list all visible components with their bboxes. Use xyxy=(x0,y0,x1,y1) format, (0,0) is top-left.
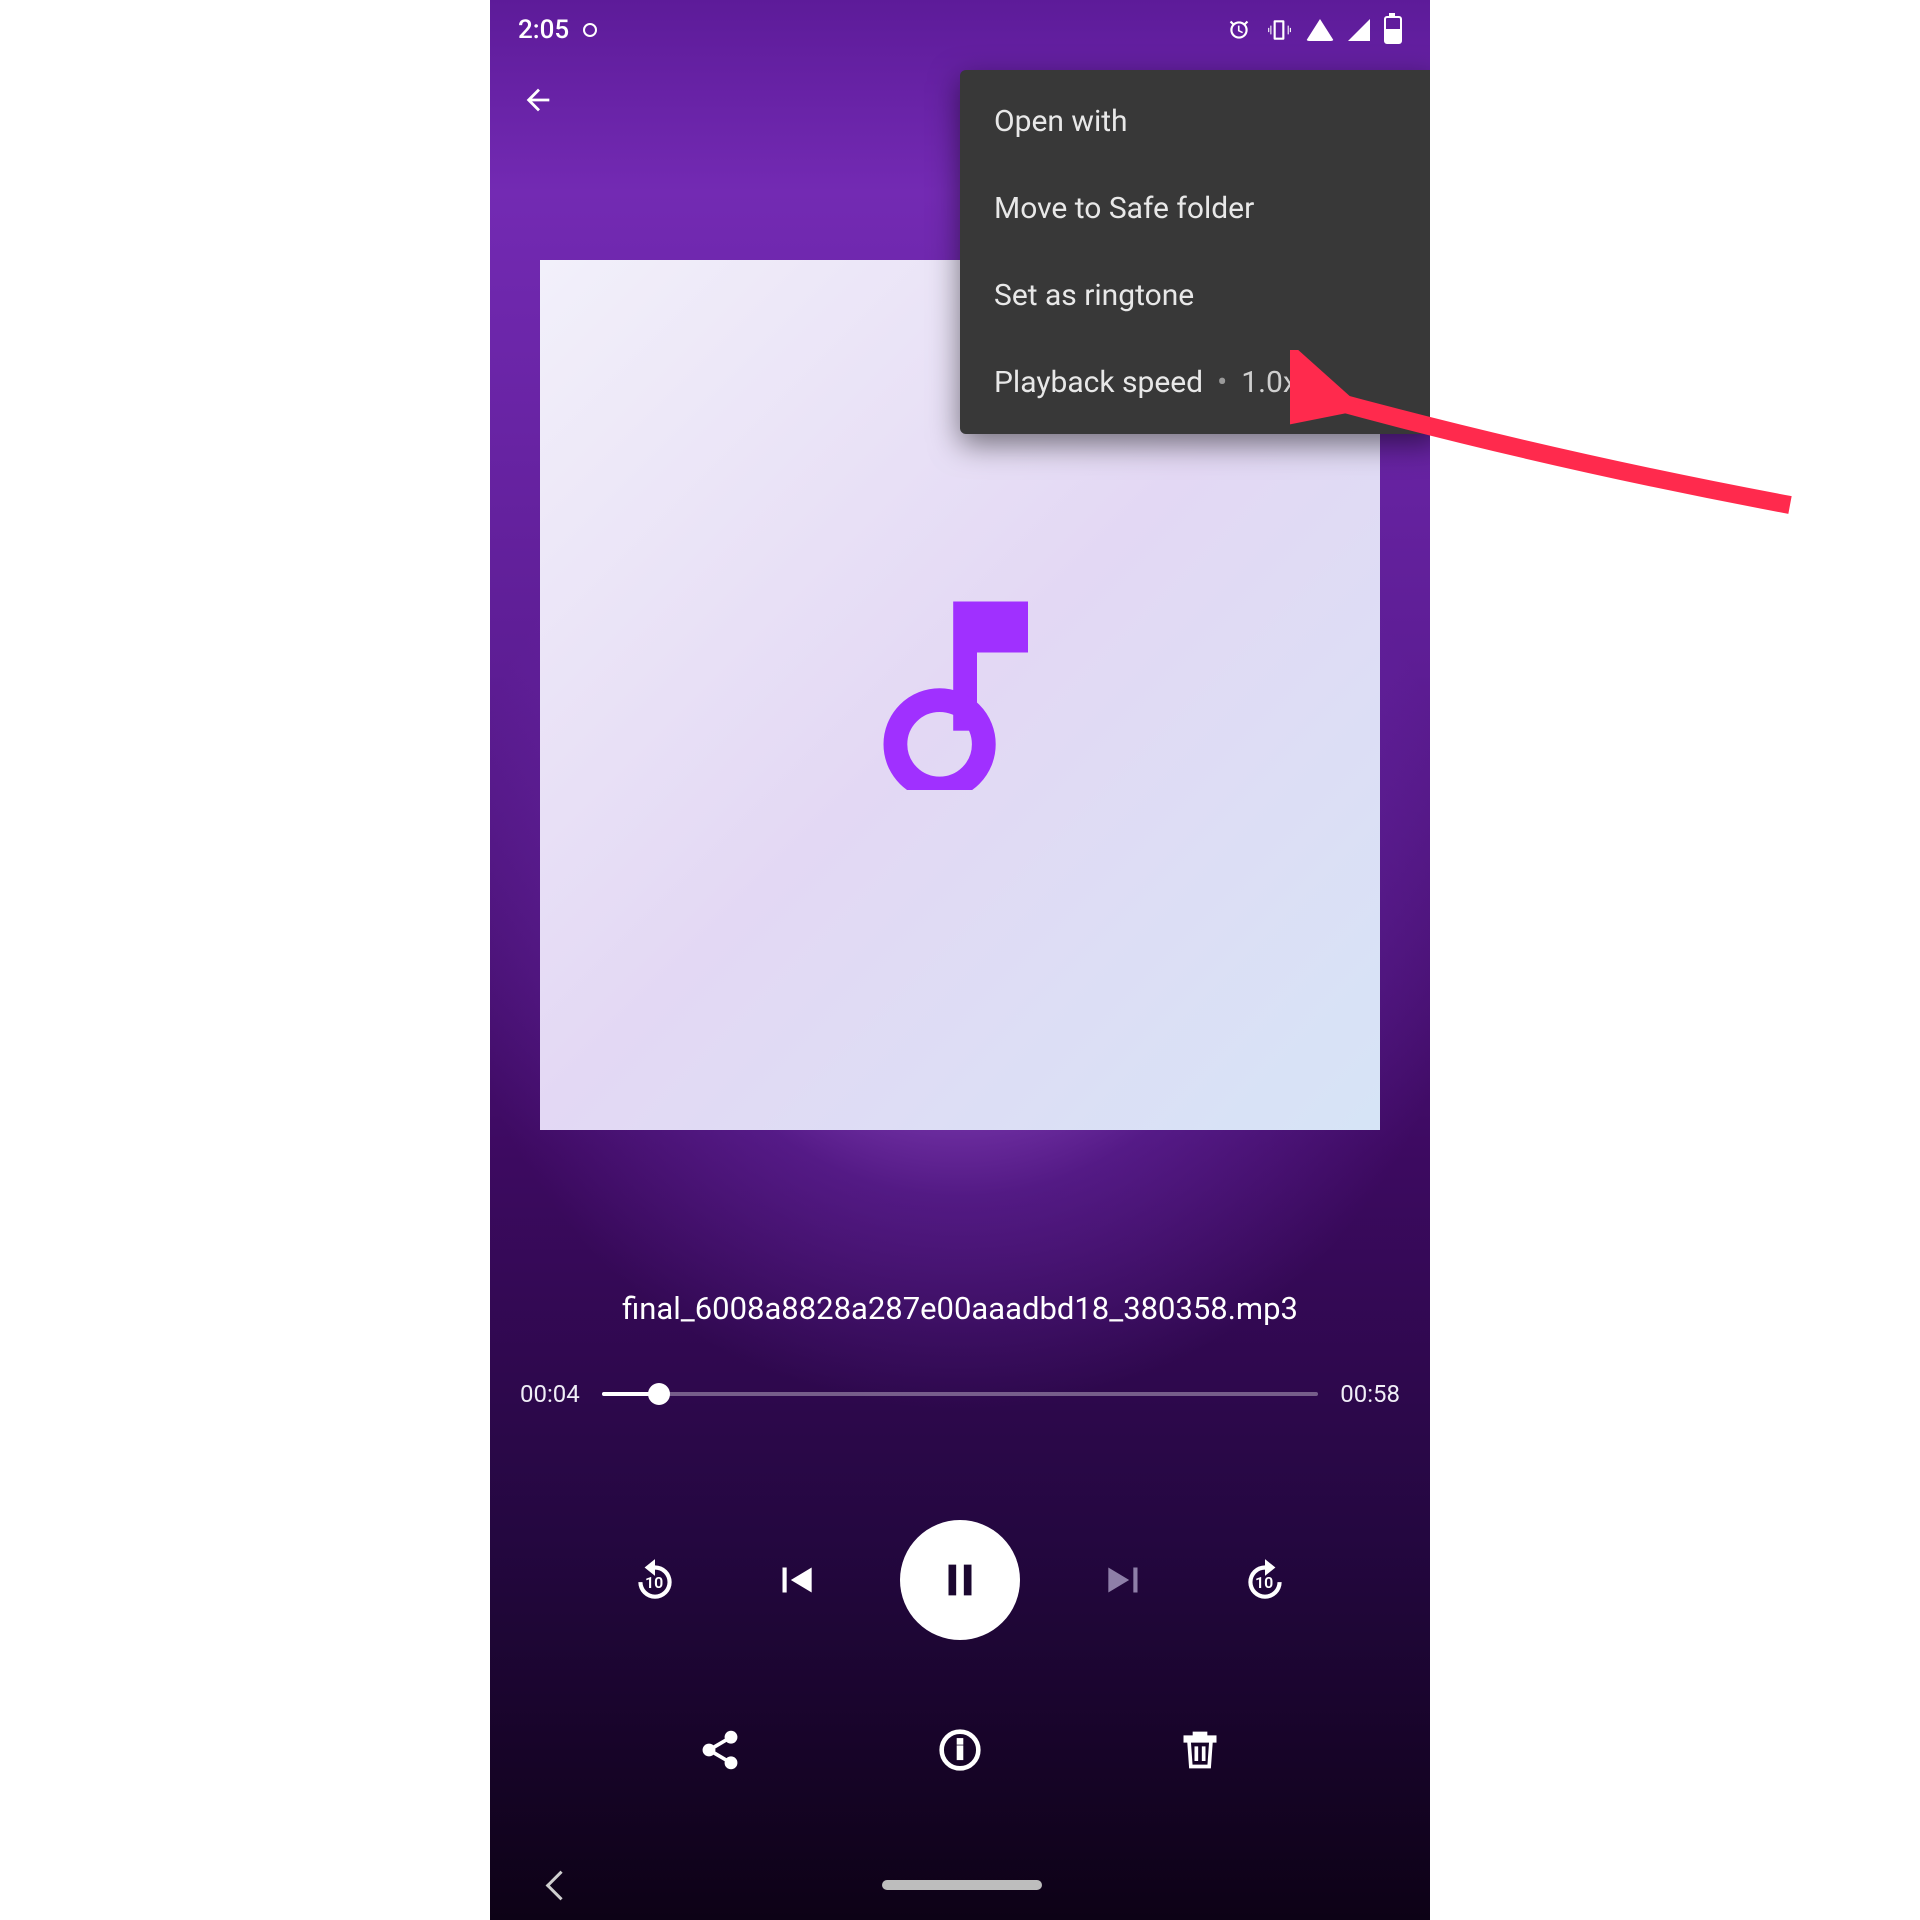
info-button[interactable] xyxy=(930,1720,990,1780)
system-nav-bar xyxy=(490,1850,1430,1920)
menu-item-label: Open with xyxy=(994,104,1128,139)
status-time: 2:05 xyxy=(518,15,569,45)
forward-10-button[interactable]: 10 xyxy=(1230,1545,1300,1615)
skip-next-icon xyxy=(1100,1555,1150,1605)
phone-frame: 2:05 xyxy=(490,0,1430,1920)
replay-10-button[interactable]: 10 xyxy=(620,1545,690,1615)
cell-signal-icon xyxy=(1348,19,1370,41)
next-button[interactable] xyxy=(1090,1545,1160,1615)
seek-thumb[interactable] xyxy=(648,1383,670,1405)
play-pause-button[interactable] xyxy=(900,1520,1020,1640)
status-bar: 2:05 xyxy=(490,0,1430,60)
total-time: 00:58 xyxy=(1340,1380,1400,1408)
share-icon xyxy=(698,1728,742,1772)
nav-back-icon[interactable] xyxy=(546,1870,576,1900)
menu-item-move-safe-folder[interactable]: Move to Safe folder xyxy=(960,165,1430,252)
seek-bar: 00:04 00:58 xyxy=(520,1380,1400,1408)
transport-controls: 10 10 xyxy=(490,1520,1430,1640)
music-note-icon xyxy=(875,600,1045,790)
playback-speed-value: 1.0x xyxy=(1241,365,1298,400)
arrow-left-icon xyxy=(521,83,555,117)
info-icon xyxy=(938,1728,982,1772)
menu-item-label: Move to Safe folder xyxy=(994,191,1254,226)
alarm-icon xyxy=(1226,17,1252,43)
wifi-icon xyxy=(1306,19,1334,41)
replay-seconds-label: 10 xyxy=(645,1573,663,1592)
track-filename: final_6008a8828a287e00aaadbd18_380358.mp… xyxy=(490,1290,1430,1327)
menu-item-set-ringtone[interactable]: Set as ringtone xyxy=(960,252,1430,339)
menu-item-open-with[interactable]: Open with xyxy=(960,78,1430,165)
record-indicator-icon xyxy=(583,23,597,37)
canvas: 2:05 xyxy=(0,0,1920,1920)
trash-icon xyxy=(1178,1728,1222,1772)
separator-dot: • xyxy=(1217,365,1227,400)
battery-icon xyxy=(1384,16,1402,44)
menu-item-playback-speed[interactable]: Playback speed • 1.0x xyxy=(960,339,1430,426)
vibrate-icon xyxy=(1266,17,1292,43)
skip-previous-icon xyxy=(770,1555,820,1605)
nav-home-pill[interactable] xyxy=(882,1880,1042,1890)
overflow-menu: Open with Move to Safe folder Set as rin… xyxy=(960,70,1430,434)
pause-icon xyxy=(937,1557,983,1603)
previous-button[interactable] xyxy=(760,1545,830,1615)
menu-item-label: Set as ringtone xyxy=(994,278,1194,313)
menu-item-label: Playback speed xyxy=(994,365,1203,400)
seek-slider[interactable] xyxy=(602,1392,1318,1396)
forward-seconds-label: 10 xyxy=(1255,1573,1273,1592)
back-button[interactable] xyxy=(510,72,566,128)
elapsed-time: 00:04 xyxy=(520,1380,580,1408)
action-row xyxy=(490,1720,1430,1780)
share-button[interactable] xyxy=(690,1720,750,1780)
delete-button[interactable] xyxy=(1170,1720,1230,1780)
